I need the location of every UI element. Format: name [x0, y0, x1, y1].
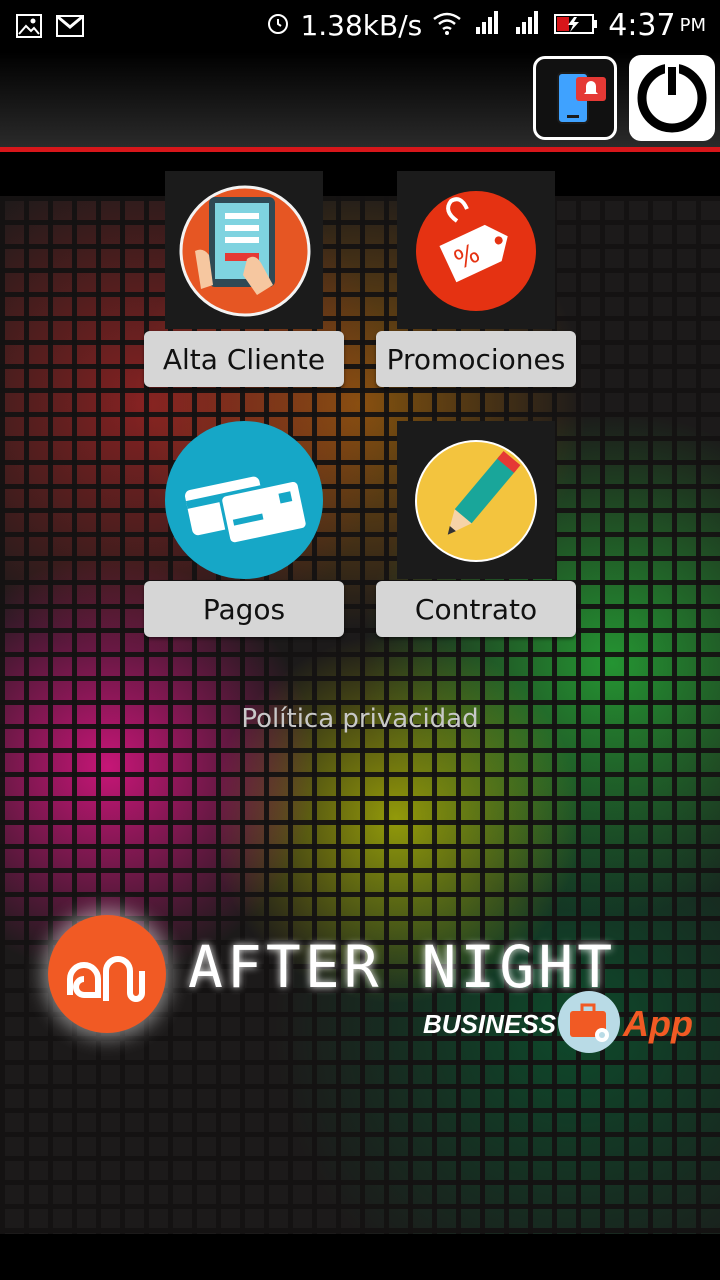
notifications-button[interactable]: [533, 56, 617, 140]
bottom-bar: [0, 1234, 720, 1280]
promociones-button[interactable]: Promociones: [376, 331, 576, 387]
logo-app-text: App: [623, 1003, 693, 1044]
alta-cliente-tile[interactable]: [165, 171, 323, 329]
signal-g-icon: [512, 9, 544, 42]
status-bar: 1.38kB/s 4:37 PM: [0, 0, 720, 52]
briefcase-gear-icon: [558, 991, 620, 1053]
signal-h-icon: [472, 9, 502, 42]
network-speed: 1.38kB/s: [300, 9, 423, 42]
image-icon: [16, 12, 42, 45]
after-night-logo: AFTER NIGHT BUSINESS App: [48, 915, 708, 1065]
pagos-tile[interactable]: [165, 421, 323, 579]
contrato-tile[interactable]: [397, 421, 555, 579]
logo-title: AFTER NIGHT: [188, 933, 617, 1001]
privacy-policy-link[interactable]: Política privacidad: [0, 704, 720, 734]
header-gap: [0, 152, 720, 196]
pagos-button[interactable]: Pagos: [144, 581, 344, 637]
clock-time: 4:37: [608, 8, 676, 43]
promociones-tile[interactable]: %: [397, 171, 555, 329]
logo-emblem: [48, 915, 166, 1033]
battery-charging-icon: [554, 9, 598, 42]
alta-cliente-button[interactable]: Alta Cliente: [144, 331, 344, 387]
wifi-icon: [432, 9, 462, 42]
alarm-icon: [266, 9, 290, 42]
contrato-button[interactable]: Contrato: [376, 581, 576, 637]
clock-ampm: PM: [679, 15, 706, 36]
power-button[interactable]: [629, 55, 715, 141]
gmail-icon: [56, 12, 84, 45]
logo-business-text: BUSINESS: [423, 1009, 556, 1039]
